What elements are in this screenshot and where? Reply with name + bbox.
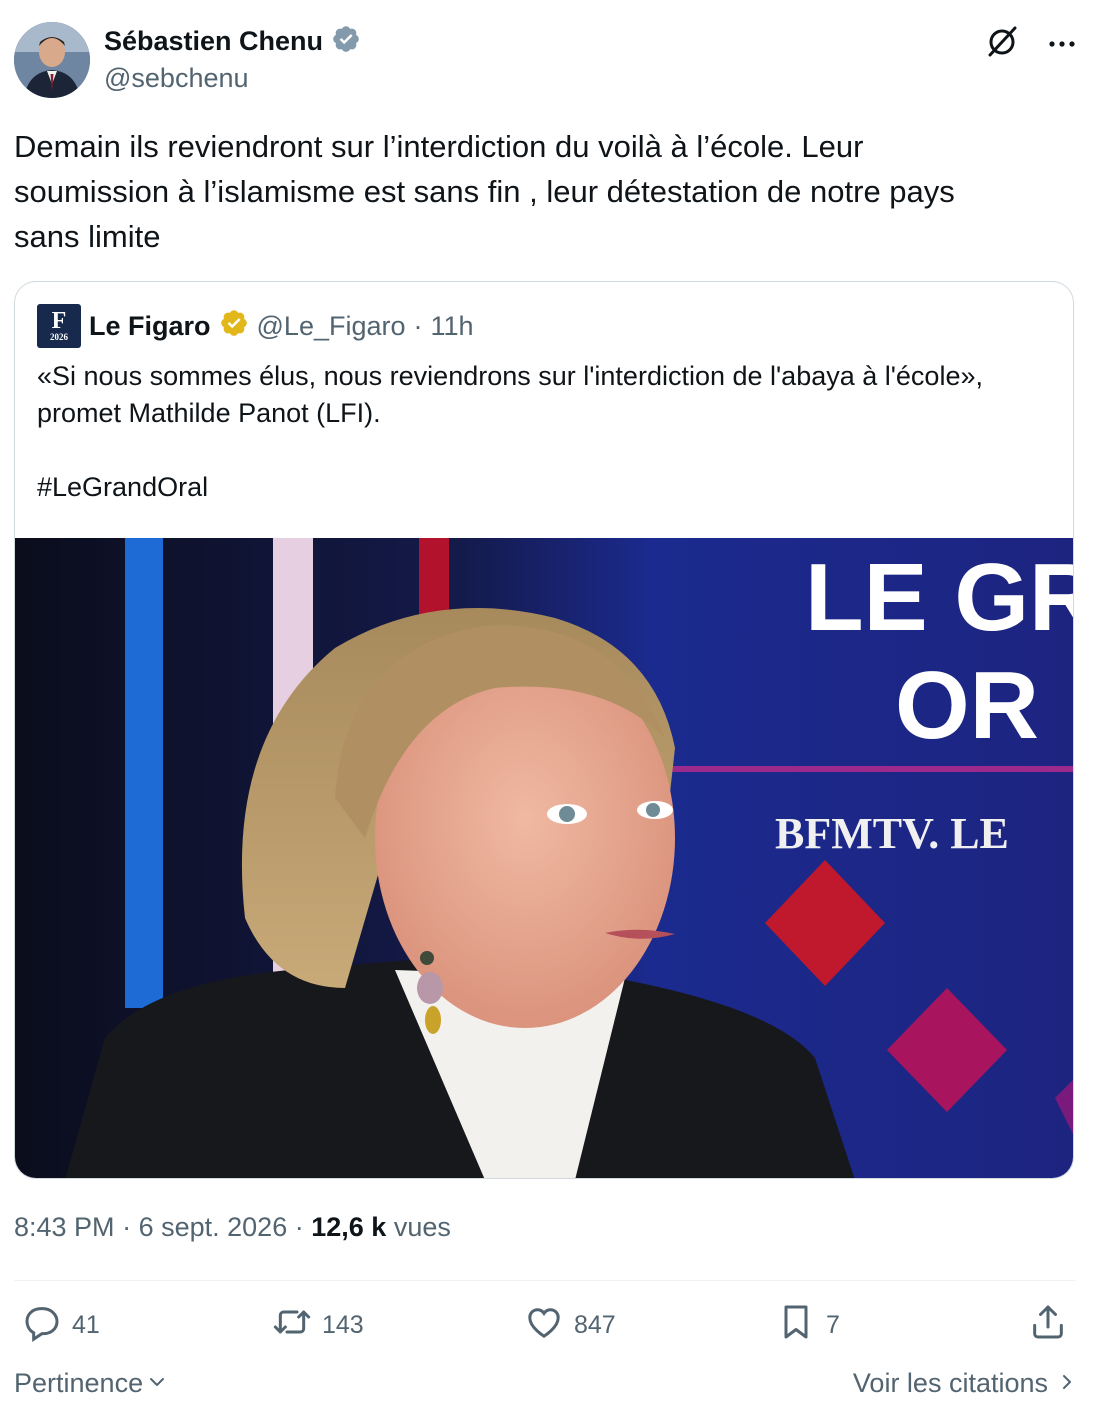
repost-button[interactable]: 143 [272, 1302, 364, 1349]
repost-count: 143 [322, 1311, 364, 1339]
image-overlay-channel: BFMTV. LE [775, 809, 1009, 858]
quoted-tweet-image[interactable]: LE GR OR BFMTV. LE [15, 538, 1074, 1178]
logo-year: 2026 [50, 332, 68, 342]
sort-dropdown[interactable]: Pertinence [14, 1368, 167, 1399]
author-name-row[interactable]: Sébastien Chenu [104, 24, 361, 59]
tweet-text: Demain ils reviendront sur l’interdictio… [14, 129, 955, 254]
reply-button[interactable]: 41 [22, 1302, 100, 1349]
image-overlay-title-line1: LE GR [805, 544, 1074, 651]
repost-icon [272, 1302, 312, 1349]
author-avatar[interactable] [14, 22, 90, 98]
meta-separator: · [122, 1212, 132, 1242]
bookmark-button[interactable]: 7 [776, 1302, 840, 1349]
action-bar: 41 143 847 7 [14, 1302, 1076, 1352]
heart-icon [524, 1302, 564, 1349]
quoted-display-name[interactable]: Le Figaro [89, 311, 211, 342]
like-button[interactable]: 847 [524, 1302, 616, 1349]
le-figaro-logo[interactable]: F 2026 [37, 304, 81, 348]
grok-icon[interactable] [984, 24, 1020, 65]
verified-gold-badge-icon [219, 308, 249, 345]
verified-badge-icon [331, 24, 361, 59]
like-count: 847 [574, 1311, 616, 1339]
view-quotes-link[interactable]: Voir les citations [853, 1368, 1076, 1399]
bookmark-icon [776, 1302, 816, 1349]
more-options-icon[interactable] [1048, 36, 1076, 54]
meta-separator: · [294, 1212, 304, 1242]
bookmark-count: 7 [826, 1311, 840, 1339]
reply-count: 41 [72, 1311, 100, 1339]
divider [14, 1280, 1076, 1281]
chevron-right-icon [1058, 1368, 1076, 1399]
share-icon [1028, 1302, 1068, 1349]
author-handle[interactable]: @sebchenu [104, 63, 249, 94]
sort-label: Pertinence [14, 1368, 144, 1398]
tweet-time[interactable]: 8:43 PM [14, 1212, 115, 1242]
quoted-handle[interactable]: @Le_Figaro [257, 311, 406, 342]
reply-icon [22, 1302, 62, 1349]
author-display-name[interactable]: Sébastien Chenu [104, 26, 323, 57]
views-count: 12,6 k [311, 1212, 387, 1242]
quoted-tweet-card[interactable]: F 2026 Le Figaro @Le_Figaro · 11h «Si no… [14, 281, 1074, 1179]
dot-separator: · [413, 310, 423, 341]
tweet-meta: 8:43 PM · 6 sept. 2026 · 12,6 k vues [14, 1212, 451, 1243]
tweet-date[interactable]: 6 sept. 2026 [139, 1212, 288, 1242]
top-actions [984, 24, 1076, 65]
quoted-tweet-text: «Si nous sommes élus, nous reviendrons s… [37, 361, 983, 502]
chevron-down-icon [147, 1368, 167, 1399]
image-overlay-title-line2: OR [895, 652, 1039, 759]
logo-letter: F [51, 308, 67, 334]
view-quotes-label: Voir les citations [852, 1368, 1048, 1398]
quoted-time[interactable]: 11h [431, 311, 474, 342]
views-label: vues [393, 1212, 451, 1242]
share-button[interactable] [1028, 1302, 1068, 1349]
quoted-tweet-header: F 2026 Le Figaro @Le_Figaro · 11h [37, 304, 474, 348]
